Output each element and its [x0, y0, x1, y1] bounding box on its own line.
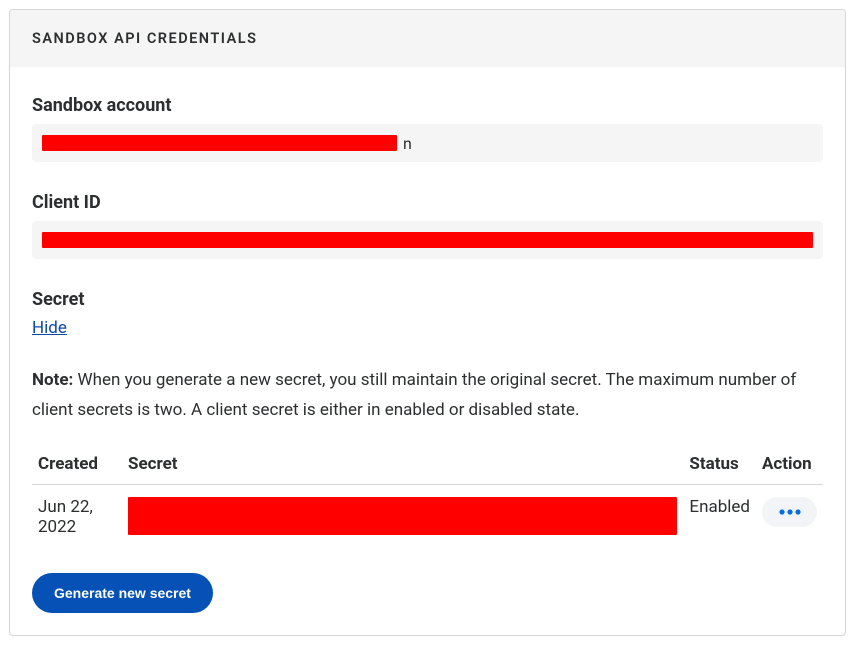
cell-secret [122, 484, 683, 545]
row-actions-button[interactable] [762, 497, 817, 527]
secrets-table: Created Secret Status Action Jun 22, 202… [32, 444, 823, 545]
cell-status: Enabled [683, 484, 756, 545]
redaction-bar [128, 497, 677, 535]
generate-new-secret-button[interactable]: Generate new secret [32, 573, 213, 613]
sandbox-account-value[interactable]: n [32, 124, 823, 162]
client-id-label: Client ID [32, 192, 823, 213]
col-header-secret: Secret [122, 444, 683, 485]
hide-toggle-link[interactable]: Hide [32, 318, 67, 338]
redaction-bar [42, 135, 397, 151]
sandbox-account-trailing: n [403, 134, 412, 153]
secret-label: Secret [32, 289, 823, 310]
note-text: When you generate a new secret, you stil… [32, 370, 796, 420]
client-id-value[interactable] [32, 221, 823, 259]
table-row: Jun 22, 2022 Enabled [32, 484, 823, 545]
sandbox-account-label: Sandbox account [32, 95, 823, 116]
credentials-card: SANDBOX API CREDENTIALS Sandbox account … [9, 9, 846, 636]
panel-title: SANDBOX API CREDENTIALS [10, 10, 845, 67]
col-header-created: Created [32, 444, 122, 485]
more-horizontal-icon [779, 509, 801, 515]
secret-note: Note: When you generate a new secret, yo… [32, 366, 823, 426]
note-label: Note: [32, 370, 73, 390]
redaction-bar [42, 232, 813, 248]
cell-created: Jun 22, 2022 [32, 484, 122, 545]
cell-action [756, 484, 823, 545]
col-header-action: Action [756, 444, 823, 485]
col-header-status: Status [683, 444, 756, 485]
